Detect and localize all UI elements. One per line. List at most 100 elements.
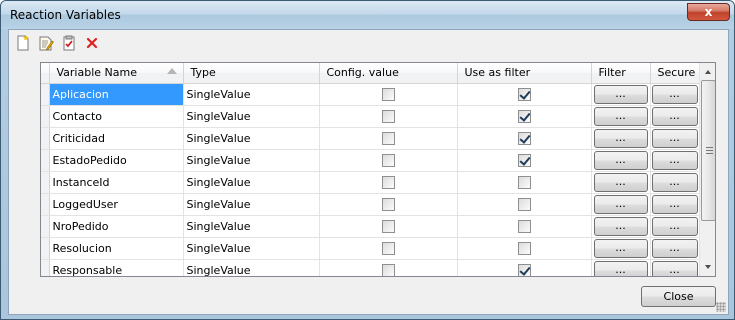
config-value-checkbox[interactable] xyxy=(381,131,395,145)
type-cell[interactable]: SingleValue xyxy=(183,259,320,276)
secure-button[interactable]: ... xyxy=(651,172,698,192)
row-selector[interactable] xyxy=(41,259,50,276)
table-row[interactable]: Aplicacion SingleValue...... xyxy=(41,83,700,106)
row-selector[interactable] xyxy=(41,127,50,150)
filter-button[interactable]: ... xyxy=(593,150,648,170)
column-header-label: Use as filter xyxy=(464,66,531,80)
type-cell[interactable]: SingleValue xyxy=(183,149,320,172)
config-value-checkbox[interactable] xyxy=(381,175,395,189)
row-selector[interactable] xyxy=(41,105,50,128)
config-value-cell xyxy=(319,149,458,172)
filter-button[interactable]: ... xyxy=(593,84,648,104)
type-cell[interactable]: SingleValue xyxy=(183,171,320,194)
validate-icon xyxy=(63,35,75,51)
variable-name-cell[interactable]: EstadoPedido xyxy=(49,149,184,172)
type-cell[interactable]: SingleValue xyxy=(183,83,320,106)
table-row[interactable]: EstadoPedido SingleValue...... xyxy=(41,149,700,172)
table-row[interactable]: Responsable SingleValue...... xyxy=(41,259,700,276)
use-as-filter-checkbox[interactable] xyxy=(517,263,531,276)
secure-button[interactable]: ... xyxy=(651,216,698,236)
config-value-checkbox[interactable] xyxy=(381,109,395,123)
config-value-checkbox[interactable] xyxy=(381,197,395,211)
variable-name-cell[interactable]: LoggedUser xyxy=(49,193,184,216)
filter-button[interactable]: ... xyxy=(593,238,648,258)
variable-name-cell[interactable]: NroPedido xyxy=(49,215,184,238)
config-value-checkbox[interactable] xyxy=(381,263,395,276)
dialog-body: Variable Name Type Config. value Use as … xyxy=(8,29,729,315)
scroll-down-arrow-icon[interactable] xyxy=(700,259,715,276)
scrollbar-thumb[interactable] xyxy=(701,80,715,221)
close-button[interactable]: Close xyxy=(641,286,716,307)
config-value-checkbox[interactable] xyxy=(381,87,395,101)
secure-button[interactable]: ... xyxy=(651,84,698,104)
config-value-checkbox[interactable] xyxy=(381,153,395,167)
variable-name-cell[interactable]: InstanceId xyxy=(49,171,184,194)
variable-name-cell[interactable]: Resolucion xyxy=(49,237,184,260)
edit-variable-button[interactable] xyxy=(35,33,57,53)
column-header-label: Config. value xyxy=(326,66,399,80)
column-header-config-value[interactable]: Config. value xyxy=(319,63,458,84)
reaction-variables-dialog: Reaction Variables x Variable Name Type … xyxy=(0,0,735,320)
table-row[interactable]: NroPedido SingleValue...... xyxy=(41,215,700,238)
config-value-cell xyxy=(319,83,458,106)
filter-button[interactable]: ... xyxy=(593,260,648,276)
secure-cell: ... xyxy=(650,171,700,194)
row-selector[interactable] xyxy=(41,83,50,106)
new-variable-button[interactable] xyxy=(12,33,34,53)
use-as-filter-checkbox[interactable] xyxy=(517,153,531,167)
type-cell[interactable]: SingleValue xyxy=(183,193,320,216)
row-selector[interactable] xyxy=(41,215,50,238)
window-close-button[interactable]: x xyxy=(687,3,730,21)
type-cell[interactable]: SingleValue xyxy=(183,105,320,128)
use-as-filter-checkbox[interactable] xyxy=(517,131,531,145)
row-selector[interactable] xyxy=(41,171,50,194)
table-row[interactable]: Criticidad SingleValue...... xyxy=(41,127,700,150)
column-header-type[interactable]: Type xyxy=(183,63,320,84)
use-as-filter-checkbox[interactable] xyxy=(517,175,531,189)
filter-button[interactable]: ... xyxy=(593,128,648,148)
scroll-up-arrow-icon[interactable] xyxy=(700,63,715,80)
filter-button[interactable]: ... xyxy=(593,194,648,214)
variable-name-cell[interactable]: Criticidad xyxy=(49,127,184,150)
use-as-filter-checkbox[interactable] xyxy=(517,87,531,101)
grid-body: Aplicacion SingleValue...... Contacto Singl… xyxy=(41,83,700,276)
column-header-secure[interactable]: Secure xyxy=(650,63,700,84)
config-value-cell xyxy=(319,215,458,238)
filter-button[interactable]: ... xyxy=(593,106,648,126)
variable-name-cell[interactable]: Contacto xyxy=(49,105,184,128)
title-bar[interactable]: Reaction Variables x xyxy=(1,1,734,29)
use-as-filter-checkbox[interactable] xyxy=(517,197,531,211)
row-selector[interactable] xyxy=(41,149,50,172)
type-cell[interactable]: SingleValue xyxy=(183,237,320,260)
use-as-filter-checkbox[interactable] xyxy=(517,109,531,123)
use-as-filter-checkbox[interactable] xyxy=(517,219,531,233)
variable-name-cell[interactable]: Aplicacion xyxy=(49,83,184,106)
filter-button[interactable]: ... xyxy=(593,216,648,236)
column-header-filter[interactable]: Filter xyxy=(591,63,651,84)
variable-name-cell[interactable]: Responsable xyxy=(49,259,184,276)
table-row[interactable]: LoggedUser SingleValue...... xyxy=(41,193,700,216)
secure-button[interactable]: ... xyxy=(651,150,698,170)
vertical-scrollbar[interactable] xyxy=(699,63,715,276)
resize-grip-icon[interactable] xyxy=(716,302,726,312)
table-row[interactable]: Contacto SingleValue...... xyxy=(41,105,700,128)
filter-button[interactable]: ... xyxy=(593,172,648,192)
type-cell[interactable]: SingleValue xyxy=(183,127,320,150)
validate-button[interactable] xyxy=(58,33,80,53)
row-selector[interactable] xyxy=(41,237,50,260)
secure-button[interactable]: ... xyxy=(651,238,698,258)
config-value-checkbox[interactable] xyxy=(381,219,395,233)
secure-button[interactable]: ... xyxy=(651,128,698,148)
table-row[interactable]: InstanceId SingleValue...... xyxy=(41,171,700,194)
type-cell[interactable]: SingleValue xyxy=(183,215,320,238)
column-header-use-as-filter[interactable]: Use as filter xyxy=(457,63,592,84)
secure-button[interactable]: ... xyxy=(651,194,698,214)
secure-button[interactable]: ... xyxy=(651,106,698,126)
delete-variable-button[interactable] xyxy=(81,33,103,53)
row-selector[interactable] xyxy=(41,193,50,216)
config-value-checkbox[interactable] xyxy=(381,241,395,255)
use-as-filter-checkbox[interactable] xyxy=(517,241,531,255)
column-header-variable-name[interactable]: Variable Name xyxy=(49,63,184,84)
secure-button[interactable]: ... xyxy=(651,260,698,276)
table-row[interactable]: Resolucion SingleValue...... xyxy=(41,237,700,260)
